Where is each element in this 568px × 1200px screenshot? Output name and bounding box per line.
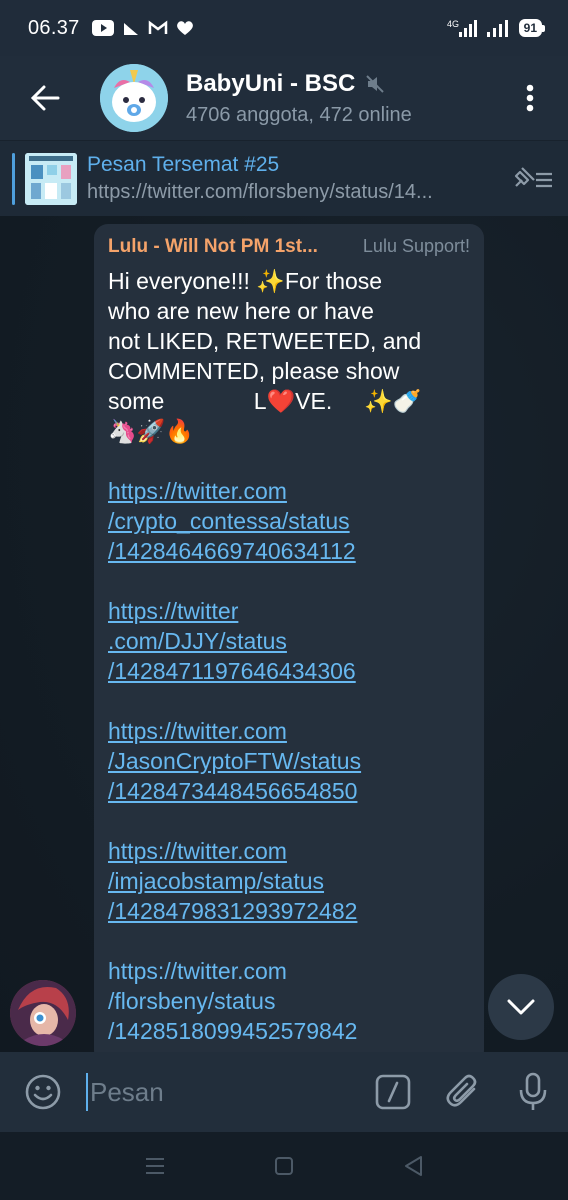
- chat-title: BabyUni - BSC: [186, 69, 356, 97]
- microphone-icon: [519, 1072, 547, 1110]
- message-input[interactable]: Pesan: [86, 1052, 358, 1132]
- message-text: Hi everyone!!! ✨For those who are new he…: [108, 266, 470, 1046]
- gmail-icon: [148, 20, 167, 34]
- message-input-placeholder: Pesan: [90, 1076, 164, 1107]
- pinned-title: Pesan Tersemat #25: [87, 153, 280, 176]
- sender-avatar-image: [10, 980, 76, 1046]
- chevron-down-icon: [507, 999, 535, 1015]
- youtube-icon: [91, 20, 114, 36]
- message-link[interactable]: /1428518099452579842: [108, 1018, 357, 1044]
- signal-icon: [486, 20, 508, 37]
- heart-icon: [176, 21, 193, 35]
- message-bubble[interactable]: Lulu - Will Not PM 1st... Lulu Support! …: [94, 224, 484, 1052]
- message-header: Lulu - Will Not PM 1st... Lulu Support!: [108, 236, 470, 258]
- emoji-button[interactable]: [0, 1052, 86, 1132]
- tiktok-icon: [123, 23, 138, 35]
- pinned-list-button[interactable]: [498, 141, 568, 217]
- system-nav-bar: [0, 1132, 568, 1200]
- unicorn-logo-icon: [100, 64, 168, 132]
- message-link[interactable]: https://twitter.com: [108, 718, 287, 744]
- menu-lines-icon: [145, 1158, 164, 1174]
- message-line: Hi everyone!!! ✨For those: [108, 268, 383, 294]
- message-link[interactable]: https://twitter.com: [108, 478, 287, 504]
- message-link[interactable]: /florsbeny/status: [108, 988, 275, 1014]
- home-square-icon: [274, 1157, 293, 1175]
- battery-indicator: 91: [518, 19, 546, 37]
- pin-list-icon: [514, 166, 552, 187]
- svg-text:4G: 4G: [447, 19, 459, 29]
- chat-subtitle: 4706 anggota, 472 online: [186, 103, 412, 126]
- nav-home-button[interactable]: [254, 1136, 314, 1196]
- text-caret: [86, 1073, 88, 1111]
- nav-recents-button[interactable]: [125, 1136, 185, 1196]
- bot-commands-button[interactable]: [358, 1052, 428, 1132]
- message-link[interactable]: /1428473448456654850: [108, 778, 357, 804]
- slash-command-icon: [375, 1074, 411, 1110]
- attach-button[interactable]: [428, 1052, 498, 1132]
- nav-back-button[interactable]: [383, 1136, 443, 1196]
- message-link[interactable]: /JasonCryptoFTW/status: [108, 748, 361, 774]
- emoji-icon: [25, 1074, 61, 1110]
- back-triangle-icon: [405, 1156, 423, 1176]
- header-title-area[interactable]: BabyUni - BSC 4706 anggota, 472 online: [186, 70, 492, 127]
- back-button[interactable]: [0, 56, 90, 140]
- sender-avatar[interactable]: [10, 980, 76, 1046]
- message-link[interactable]: .com/DJJY/status: [108, 628, 287, 654]
- pinned-message-bar[interactable]: Pesan Tersemat #25 https://twitter.com/f…: [0, 140, 568, 216]
- pinned-preview: https://twitter.com/florsbeny/status/14.…: [87, 181, 433, 203]
- message-link[interactable]: /1428464669740634112: [108, 538, 356, 564]
- signal-4g-icon: 4G: [447, 19, 477, 37]
- message-line: 🦄🚀🔥: [108, 418, 194, 444]
- message-link[interactable]: /crypto_contessa/status: [108, 508, 350, 534]
- message-link[interactable]: https://twitter.com: [108, 838, 287, 864]
- pinned-indicator: [12, 152, 15, 205]
- system-indicators: 4G 91: [447, 18, 546, 38]
- message-line: COMMENTED, please show: [108, 358, 400, 384]
- pinned-thumbnail-image: [25, 152, 77, 205]
- sender-name[interactable]: Lulu - Will Not PM 1st...: [108, 236, 318, 258]
- message-link[interactable]: /1428479831293972482: [108, 898, 357, 924]
- status-bar: 06.37 4G 91: [0, 0, 568, 56]
- pinned-text: Pesan Tersemat #25 https://twitter.com/f…: [87, 153, 498, 204]
- chat-header: BabyUni - BSC 4706 anggota, 472 online: [0, 56, 568, 140]
- paperclip-icon: [446, 1074, 477, 1107]
- message-line: who are new here or have: [108, 298, 374, 324]
- message-link[interactable]: https://twitter: [108, 598, 238, 624]
- chat-area[interactable]: Lulu - Will Not PM 1st... Lulu Support! …: [0, 216, 568, 1052]
- sender-role: Lulu Support!: [362, 236, 470, 256]
- voice-message-button[interactable]: [498, 1052, 568, 1132]
- message-link[interactable]: https://twitter.com: [108, 958, 287, 984]
- status-time: 06.37: [28, 16, 80, 39]
- scroll-down-button[interactable]: [488, 974, 554, 1040]
- message-line: some L❤️VE. ✨🍼: [108, 388, 422, 414]
- notification-icons: [91, 19, 194, 37]
- arrow-left-icon: [30, 85, 60, 111]
- pinned-thumbnail: [25, 152, 77, 205]
- more-menu-button[interactable]: [492, 56, 568, 140]
- message-line: not LIKED, RETWEETED, and: [108, 328, 422, 354]
- message-link[interactable]: /1428471197646434306: [108, 658, 356, 684]
- mute-icon: [366, 74, 385, 93]
- message-input-bar: Pesan: [0, 1052, 568, 1132]
- more-vertical-icon: [526, 84, 534, 112]
- message-link[interactable]: /imjacobstamp/status: [108, 868, 324, 894]
- group-avatar[interactable]: [100, 64, 168, 132]
